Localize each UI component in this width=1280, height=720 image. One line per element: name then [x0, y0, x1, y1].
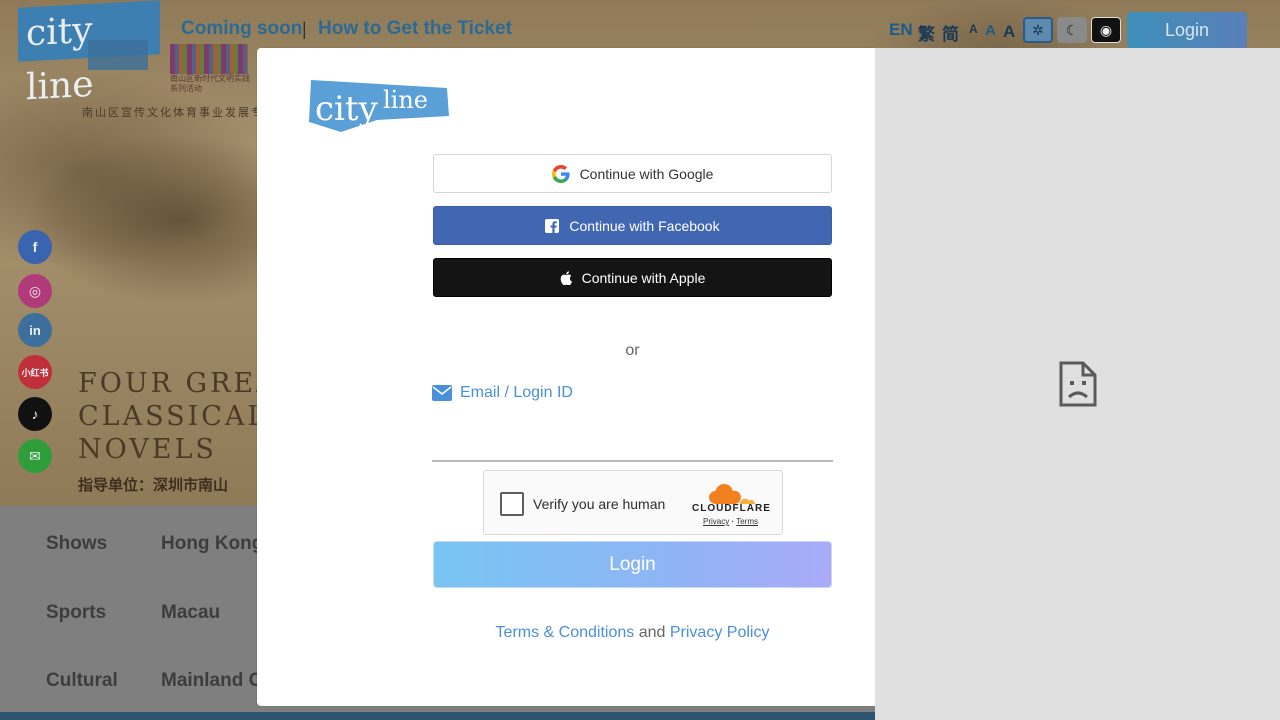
email-login-label: Email / Login ID [460, 384, 573, 401]
linkedin-icon[interactable]: in [18, 313, 52, 347]
terms-and-conditions-link[interactable]: Terms & Conditions [496, 624, 635, 641]
captcha-checkbox[interactable] [500, 492, 524, 516]
header-login-button[interactable]: Login [1127, 12, 1247, 48]
hero-guide-text: 指导单位：深圳市南山 [78, 477, 229, 494]
dark-mode-toggle[interactable]: ☾ [1057, 17, 1087, 43]
nav-macau[interactable]: Macau [161, 602, 220, 624]
legal-and-text: and [638, 624, 666, 641]
moon-icon: ☾ [1065, 21, 1079, 38]
sponsor-logo [88, 40, 148, 70]
google-button-label: Continue with Google [579, 165, 714, 182]
login-button[interactable]: Login [433, 541, 832, 588]
coming-soon-link[interactable]: Coming soon [181, 18, 302, 40]
nav-hong-kong[interactable]: Hong Kong [161, 533, 263, 555]
facebook-icon[interactable]: f [18, 230, 52, 264]
email-login-toggle[interactable]: Email / Login ID [432, 384, 573, 402]
nav-mainland[interactable]: Mainland C [161, 670, 262, 692]
lang-en[interactable]: EN [889, 20, 913, 40]
continue-with-google-button[interactable]: Continue with Google [433, 154, 832, 193]
nav-shows[interactable]: Shows [46, 533, 107, 555]
google-icon [551, 164, 570, 183]
legal-links: Terms & Conditions and Privacy Policy [433, 624, 832, 642]
hero-title-line-2: CLASSICAL [78, 401, 269, 432]
email-input[interactable] [432, 420, 833, 462]
sun-icon: ✲ [1032, 21, 1044, 38]
apple-icon [560, 270, 572, 285]
hero-title-line-1: FOUR GREA [78, 368, 279, 399]
nav-cultural[interactable]: Cultural [46, 670, 118, 692]
facebook-button-label: Continue with Facebook [569, 217, 720, 234]
tiktok-icon[interactable]: ♪ [18, 397, 52, 431]
cloudflare-captcha-widget: Verify you are human CLOUDFLARE Privacy … [483, 470, 783, 535]
side-image-panel [875, 48, 1280, 720]
hero-title-line-3: NOVELS [78, 434, 217, 465]
font-size-large[interactable]: A [1003, 22, 1015, 42]
facebook-square-icon [545, 218, 560, 233]
cloudflare-brand: CLOUDFLARE [692, 503, 771, 514]
or-divider: or [625, 342, 640, 359]
captcha-label: Verify you are human [533, 496, 666, 512]
top-link-separator: | [302, 19, 307, 39]
cloudflare-links: Privacy · Terms [703, 517, 758, 526]
nav-sports[interactable]: Sports [46, 602, 106, 624]
font-size-medium[interactable]: A [985, 22, 996, 39]
sponsor-caption: 南山区新时代文明实践系列活动 [170, 74, 250, 93]
high-contrast-toggle[interactable]: ◉ [1091, 17, 1121, 43]
continue-with-facebook-button[interactable]: Continue with Facebook [433, 206, 832, 245]
eye-icon: ◉ [1099, 21, 1113, 38]
hero-subcaption: 南山区宣传文化体育事业发展专 [82, 107, 264, 119]
cloudflare-links-separator: · [731, 517, 735, 526]
envelope-icon [432, 385, 452, 401]
sponsor-stripes-logo [170, 44, 248, 74]
continue-with-apple-button[interactable]: Continue with Apple [433, 258, 832, 297]
lang-simplified[interactable]: 简 [942, 20, 959, 45]
cloudflare-privacy-link[interactable]: Privacy [703, 517, 729, 526]
svg-text:city: city [315, 89, 379, 129]
instagram-icon[interactable]: ◎ [18, 274, 52, 308]
lang-traditional[interactable]: 繁 [918, 20, 935, 45]
cloudflare-terms-link[interactable]: Terms [736, 517, 758, 526]
font-size-small[interactable]: A [969, 22, 978, 36]
cityline-logo: city line [309, 80, 449, 132]
privacy-policy-link[interactable]: Privacy Policy [670, 624, 770, 641]
apple-button-label: Continue with Apple [581, 269, 706, 286]
light-mode-toggle[interactable]: ✲ [1023, 17, 1053, 43]
broken-document-icon [1059, 361, 1096, 407]
login-modal: city line Continue with Google Continue … [257, 48, 875, 706]
svg-text:line: line [383, 86, 428, 114]
xiaohongshu-icon[interactable]: 小红书 [18, 355, 52, 389]
how-to-get-ticket-link[interactable]: How to Get the Ticket [318, 18, 512, 40]
wechat-icon[interactable]: ✉ [18, 439, 52, 473]
